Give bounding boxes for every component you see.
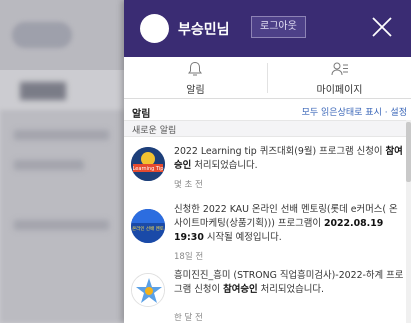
- avatar: [140, 14, 169, 43]
- section-label: 새로운 알림: [132, 126, 177, 136]
- mentoring-thumbnail-icon: 온라인 선배 멘토: [131, 209, 165, 243]
- panel-tabs: 알림 마이페이지: [124, 57, 411, 99]
- scrollbar-thumb[interactable]: [406, 122, 411, 182]
- close-button[interactable]: [370, 15, 394, 39]
- tab-alerts[interactable]: 알림: [124, 57, 267, 99]
- notification-item[interactable]: 흥미진진_흥미 (STRONG 직업흥미검사)-2022-하계 프로그램 신청이…: [124, 270, 406, 323]
- tab-mypage[interactable]: 마이페이지: [268, 57, 411, 99]
- notification-time: 한 달 전: [174, 313, 203, 323]
- alerts-title: 알림: [132, 109, 151, 120]
- notification-time: 18일 전: [174, 252, 204, 262]
- notification-text: 2022 Learning tip 퀴즈대회(9월) 프로그램 신청이 참여승인…: [174, 146, 403, 171]
- bell-icon: [188, 61, 202, 76]
- logout-button[interactable]: 로그아웃: [251, 16, 306, 38]
- user-name: 부승민님: [178, 22, 230, 38]
- alerts-subheader: 알림 모두 읽은상태로 표시 · 설정: [124, 101, 411, 120]
- quiz-thumbnail-text: Learning Tip: [133, 166, 164, 172]
- tab-mypage-label: 마이페이지: [316, 85, 363, 96]
- mentoring-thumbnail-text: 온라인 선배 멘토: [132, 225, 164, 232]
- notification-text: 신청한 2022 KAU 온라인 선배 멘토링(롯데 e커머스( 온사이트마케팅…: [174, 204, 398, 243]
- interest-test-thumbnail-icon: [131, 273, 165, 307]
- notification-time: 몇 초 전: [174, 180, 203, 190]
- notification-item[interactable]: 온라인 선배 멘토 신청한 2022 KAU 온라인 선배 멘토링(롯데 e커머…: [124, 199, 406, 271]
- user-list-icon: [331, 62, 348, 76]
- notification-item[interactable]: Learning Tip 2022 Learning tip 퀴즈대회(9월) …: [124, 139, 406, 199]
- mark-all-read-link[interactable]: 모두 읽은상태로 표시 · 설정: [302, 105, 407, 118]
- close-icon: [372, 17, 392, 37]
- notification-text: 흥미진진_흥미 (STRONG 직업흥미검사)-2022-하계 프로그램 신청이…: [174, 270, 404, 295]
- quiz-event-thumbnail-icon: Learning Tip: [131, 147, 165, 181]
- panel-header: 부승민님 로그아웃: [124, 0, 411, 57]
- notification-panel: 부승민님 로그아웃 알림 마이페이지 알림 모두 읽은상태로 표시 · 설정 새…: [124, 0, 411, 323]
- notification-list: Learning Tip 2022 Learning tip 퀴즈대회(9월) …: [124, 139, 406, 323]
- tab-alerts-label: 알림: [186, 85, 205, 96]
